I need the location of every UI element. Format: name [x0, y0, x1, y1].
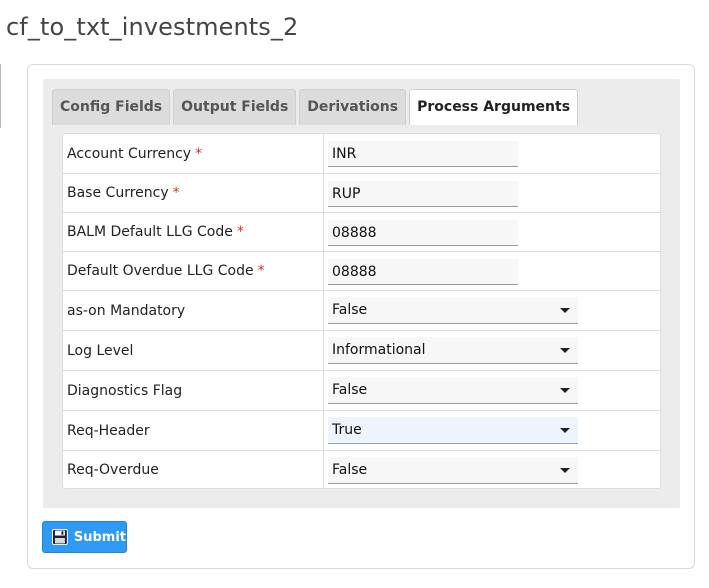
column-divider — [323, 174, 324, 212]
submit-button[interactable]: Submit — [42, 521, 127, 553]
diagnostics-flag-select[interactable]: False — [328, 377, 578, 404]
field-label: BALM Default LLG Code * — [67, 213, 244, 251]
column-divider — [323, 371, 324, 410]
tab-process-arguments[interactable]: Process Arguments — [409, 89, 579, 125]
required-marker: * — [172, 185, 180, 201]
column-divider — [323, 331, 324, 370]
column-divider — [323, 291, 324, 330]
log-level-select[interactable]: Informational — [328, 337, 578, 364]
window-edge-divider — [0, 64, 1, 128]
process-arguments-table: Account Currency* Base Currency* BALM De… — [62, 133, 661, 489]
account-currency-input[interactable] — [328, 141, 518, 167]
required-marker: * — [236, 224, 244, 240]
column-divider — [323, 411, 324, 450]
field-label: Default Overdue LLG Code * — [67, 252, 265, 290]
tab-output-fields[interactable]: Output Fields — [173, 89, 297, 125]
column-divider — [323, 134, 324, 173]
table-row: Req-Header True — [63, 410, 660, 450]
req-header-label: Req-Header — [67, 422, 150, 439]
table-row: as-on Mandatory False — [63, 290, 660, 330]
balm-default-llg-code-input[interactable] — [328, 220, 518, 246]
balm-default-llg-code-label: BALM Default LLG Code — [67, 224, 233, 240]
account-currency-label: Account Currency — [67, 145, 192, 162]
select-value: False — [332, 462, 368, 478]
tab-derivations[interactable]: Derivations — [299, 89, 407, 125]
page-title: cf_to_txt_investments_2 — [6, 13, 299, 41]
table-row: Base Currency * — [63, 173, 660, 212]
req-overdue-label: Req-Overdue — [67, 461, 159, 478]
field-label: Base Currency * — [67, 174, 180, 212]
chevron-down-icon — [560, 388, 570, 393]
chevron-down-icon — [560, 308, 570, 313]
select-value: False — [332, 382, 368, 398]
column-divider — [323, 213, 324, 251]
table-row: Log Level Informational — [63, 330, 660, 370]
tab-bar: Config Fields Output Fields Derivations … — [52, 89, 581, 125]
base-currency-input[interactable] — [328, 181, 518, 207]
select-value: True — [332, 422, 362, 438]
req-overdue-select[interactable]: False — [328, 457, 578, 484]
field-label: Account Currency * — [67, 134, 202, 173]
diagnostics-flag-label: Diagnostics Flag — [67, 382, 183, 399]
table-row: Req-Overdue False — [63, 450, 660, 488]
default-overdue-llg-code-label: Default Overdue LLG Code — [67, 263, 254, 279]
config-panel: Config Fields Output Fields Derivations … — [27, 64, 695, 569]
column-divider — [323, 451, 324, 488]
tab-config-fields[interactable]: Config Fields — [52, 89, 171, 125]
table-row: Diagnostics Flag False — [63, 370, 660, 410]
table-row: Default Overdue LLG Code * — [63, 251, 660, 290]
as-on-mandatory-select[interactable]: False — [328, 297, 578, 324]
save-icon — [52, 529, 68, 545]
default-overdue-llg-code-input[interactable] — [328, 259, 518, 285]
chevron-down-icon — [560, 428, 570, 433]
select-value: Informational — [332, 342, 426, 358]
required-marker: * — [257, 263, 265, 279]
table-row: Account Currency * — [63, 134, 660, 173]
chevron-down-icon — [560, 348, 570, 353]
as-on-mandatory-label: as-on Mandatory — [67, 302, 186, 319]
req-header-select[interactable]: True — [328, 417, 578, 444]
table-row: BALM Default LLG Code * — [63, 212, 660, 251]
column-divider — [323, 252, 324, 290]
chevron-down-icon — [560, 468, 570, 473]
required-marker: * — [195, 145, 203, 162]
submit-label: Submit — [73, 529, 126, 545]
tabs-container: Config Fields Output Fields Derivations … — [43, 79, 680, 508]
select-value: False — [332, 302, 368, 318]
base-currency-label: Base Currency — [67, 185, 169, 201]
log-level-label: Log Level — [67, 342, 134, 359]
